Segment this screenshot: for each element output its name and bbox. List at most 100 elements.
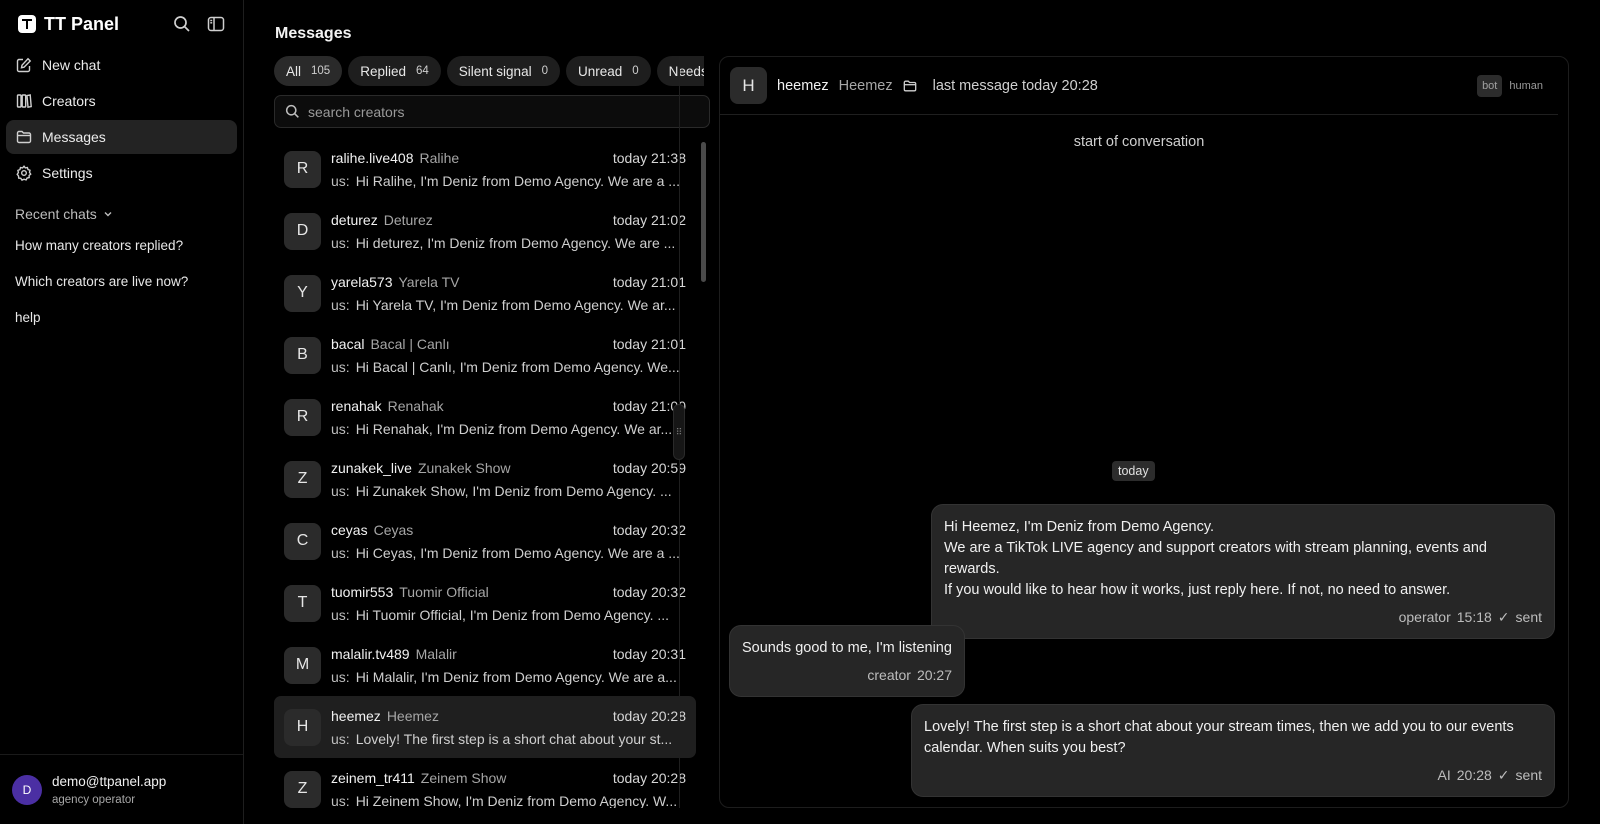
recent-chats-title: Recent chats: [15, 206, 97, 222]
preview-text: Hi deturez, I'm Deniz from Demo Agency. …: [355, 234, 676, 251]
resize-handle[interactable]: ⠿: [673, 404, 685, 460]
list-item-preview: us: Hi Ralihe, I'm Deniz from Demo Agency…: [331, 173, 686, 189]
nav-new-chat[interactable]: New chat: [6, 48, 237, 82]
chevron-down-icon: [103, 209, 113, 219]
creator-display-name: Ceyas: [373, 521, 414, 538]
preview-sender: us:: [331, 730, 350, 747]
filter-chips: All 105 Replied 64 Silent signal 0 Unrea…: [274, 56, 704, 86]
recent-chat-item[interactable]: How many creators replied?: [6, 228, 237, 264]
preview-sender: us:: [331, 172, 350, 189]
app-title: TT Panel: [44, 13, 120, 34]
avatar: Z: [284, 770, 321, 808]
nav-settings[interactable]: Settings: [6, 156, 237, 190]
preview-text: Hi Yarela TV, I'm Deniz from Demo Agency…: [355, 296, 676, 313]
message-time: 20:27: [916, 667, 952, 683]
page-title: Messages: [275, 25, 352, 42]
message-time: 15:18: [1456, 609, 1492, 625]
list-item-header: renahak Renahak today 21:00: [331, 398, 686, 414]
list-scrollbar[interactable]: [698, 138, 708, 808]
gear-icon: [16, 165, 32, 181]
list-item-names: bacal Bacal | Canlı: [331, 336, 450, 352]
creator-display-name: Malalir: [415, 645, 457, 662]
message-line: calendar. When suits you best?: [924, 740, 1126, 756]
conversation-list-panel: All 105 Replied 64 Silent signal 0 Unrea…: [274, 56, 710, 808]
list-item[interactable]: Zzeinem_tr411 Zeinem Show today 20:28 us: Hi…: [274, 758, 696, 808]
list-item[interactable]: Rralihe.live408 Ralihe today 21:38 us: Hi Ra…: [274, 138, 696, 200]
filter-needs[interactable]: Needs: [656, 56, 704, 86]
creator-handle: heemez: [331, 707, 381, 724]
list-item-names: ralihe.live408 Ralihe: [331, 150, 459, 166]
filter-silent-signal[interactable]: Silent signal 0: [446, 56, 560, 86]
avatar: B: [284, 336, 321, 374]
list-item[interactable]: Cceyas Ceyas today 20:32 us: Hi Ceyas, I'm D…: [274, 510, 696, 572]
list-item-header: ceyas Ceyas today 20:32: [331, 522, 686, 538]
avatar: C: [284, 522, 321, 560]
creator-display-name: Heemez: [386, 707, 439, 724]
list-item-time: today 20:28: [612, 769, 686, 786]
brand-actions: [173, 15, 225, 33]
filter-all[interactable]: All 105: [274, 56, 343, 86]
scroll-thumb[interactable]: [701, 142, 706, 282]
search-input[interactable]: [308, 103, 688, 120]
brand[interactable]: TT Panel: [18, 14, 119, 35]
preview-text: Hi Malalir, I'm Deniz from Demo Agency. …: [355, 668, 677, 685]
list-item[interactable]: Hheemez Heemez today 20:28 us: Lovely! The f…: [274, 696, 696, 758]
list-item-time: today 21:38: [612, 149, 686, 166]
list-item[interactable]: Bbacal Bacal | Canlı today 21:01 us: Hi Baca…: [274, 324, 696, 386]
recent-chat-item[interactable]: Which creators are live now?: [6, 264, 237, 300]
filter-replied[interactable]: Replied 64: [348, 56, 441, 86]
message-outgoing: Lovely! The first step is a short chat a…: [911, 704, 1555, 797]
last-message-time: last message today 20:28: [932, 77, 1098, 94]
chat-header: H heemez Heemez last message today 20:28…: [720, 57, 1558, 115]
message-time: 20:28: [1456, 767, 1492, 783]
list-item-preview: us: Lovely! The first step is a short cha…: [331, 731, 686, 747]
list-item[interactable]: Mmalalir.tv489 Malalir today 20:31 us: Hi Ma…: [274, 634, 696, 696]
recent-chat-item[interactable]: help: [6, 300, 237, 336]
mode-bot-button[interactable]: bot: [1477, 74, 1503, 97]
conversation-rows: Rralihe.live408 Ralihe today 21:38 us: Hi Ra…: [274, 138, 696, 808]
user-account[interactable]: D demo@ttpanel.app agency operator: [0, 754, 243, 824]
conversation-start-label: start of conversation: [1073, 134, 1205, 150]
search-icon[interactable]: [173, 15, 191, 33]
avatar: Z: [284, 460, 321, 498]
filter-count: 105: [311, 65, 331, 77]
preview-sender: us:: [331, 668, 350, 685]
folder-icon[interactable]: [903, 79, 917, 93]
list-item[interactable]: Rrenahak Renahak today 21:00 us: Hi Renahak,…: [274, 386, 696, 448]
check-icon: ✓: [1497, 609, 1510, 625]
list-item-preview: us: Hi Zunakek Show, I'm Deniz from Demo …: [331, 483, 686, 499]
message-line: If you would like to hear how it works, …: [944, 582, 1451, 598]
list-item[interactable]: Ddeturez Deturez today 21:02 us: Hi deturez,…: [274, 200, 696, 262]
nav-messages[interactable]: Messages: [6, 120, 237, 154]
recent-chats-toggle[interactable]: Recent chats: [6, 192, 237, 228]
day-divider: today: [1112, 461, 1155, 481]
list-item-names: tuomir553 Tuomir Official: [331, 584, 489, 600]
search-box: [274, 95, 710, 128]
list-item-body: ralihe.live408 Ralihe today 21:38 us: Hi Ral…: [331, 150, 686, 189]
list-item[interactable]: Yyarela573 Yarela TV today 21:01 us: Hi Yare…: [274, 262, 696, 324]
user-role: agency operator: [52, 793, 136, 806]
list-item-preview: us: Hi Malalir, I'm Deniz from Demo Agenc…: [331, 669, 686, 685]
creator-handle: ralihe.live408: [331, 149, 414, 166]
list-item-body: heemez Heemez today 20:28 us: Lovely! The fi…: [331, 708, 686, 747]
creator-handle: tuomir553: [331, 583, 394, 600]
list-item[interactable]: Zzunakek_live Zunakek Show today 20:59 us: H…: [274, 448, 696, 510]
avatar: H: [730, 67, 767, 104]
list-item-preview: us: Hi Ceyas, I'm Deniz from Demo Agency.…: [331, 545, 686, 561]
list-item-preview: us: Hi Yarela TV, I'm Deniz from Demo Age…: [331, 297, 686, 313]
list-item-body: deturez Deturez today 21:02 us: Hi deturez, …: [331, 212, 686, 251]
mode-human-button[interactable]: human: [1504, 75, 1548, 97]
message-line: We are a TikTok LIVE agency and support …: [944, 540, 1487, 577]
list-item[interactable]: Ttuomir553 Tuomir Official today 20:32 us: H…: [274, 572, 696, 634]
nav-creators[interactable]: Creators: [6, 84, 237, 118]
preview-text: Hi Zunakek Show, I'm Deniz from Demo Age…: [355, 482, 672, 499]
sidebar-toggle-icon[interactable]: [207, 15, 225, 33]
message-line: Sounds good to me, I'm listening: [742, 640, 952, 656]
avatar: R: [284, 398, 321, 436]
nav-new-chat-label: New chat: [42, 57, 101, 73]
preview-sender: us:: [331, 358, 350, 375]
list-item-preview: us: Hi deturez, I'm Deniz from Demo Agenc…: [331, 235, 686, 251]
filter-unread[interactable]: Unread 0: [565, 56, 651, 86]
list-item-header: bacal Bacal | Canlı today 21:01: [331, 336, 686, 352]
list-item-names: ceyas Ceyas: [331, 522, 413, 538]
